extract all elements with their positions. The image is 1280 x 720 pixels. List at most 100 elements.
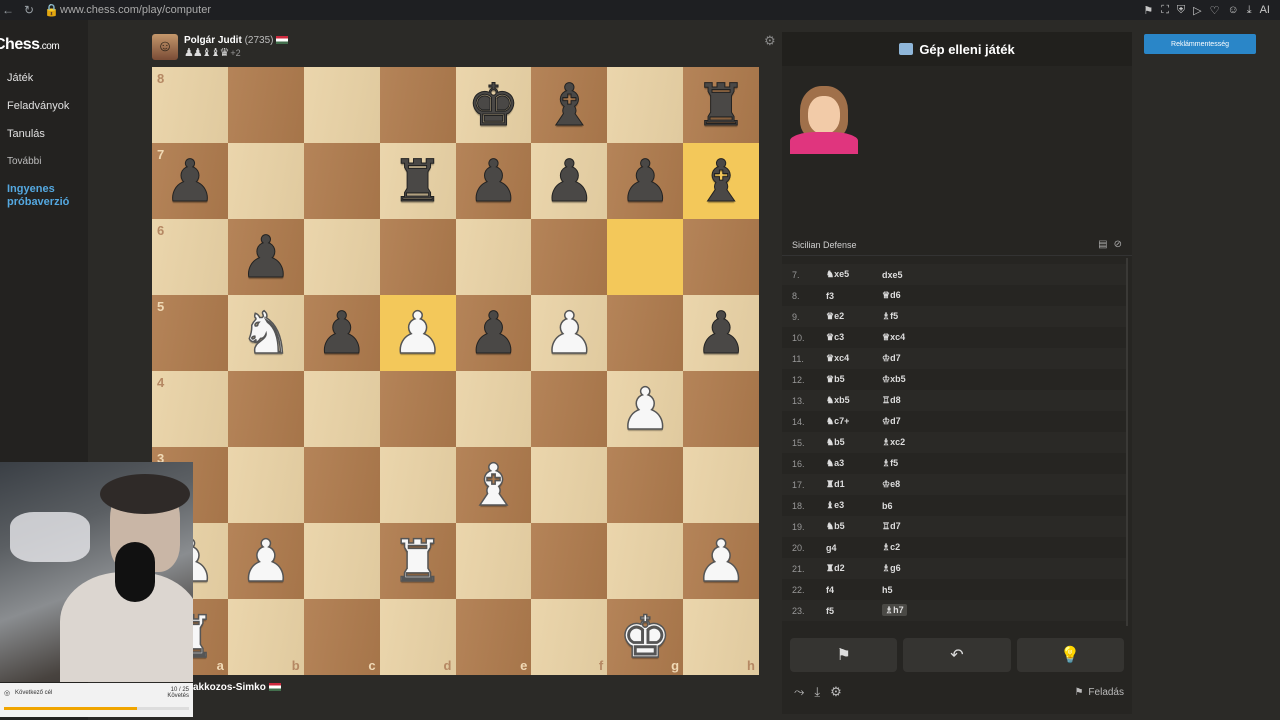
- black-move[interactable]: h5: [882, 585, 893, 595]
- white-move[interactable]: f4: [812, 585, 882, 595]
- download-icon[interactable]: ⤓: [1247, 4, 1252, 17]
- chess-board[interactable]: 8♚♝♜7♟♜♟♟♟♝6♟5♞♟♟♟♟♟4♟3♝2♟♟♜♟1a♜bcdefg♚h: [152, 67, 759, 675]
- sidebar-item-free-trial[interactable]: Ingyenes próbaverzió: [7, 183, 82, 209]
- shield-icon[interactable]: ⛨: [1177, 4, 1185, 17]
- square-d4[interactable]: [379, 371, 456, 447]
- square-c5[interactable]: ♟: [303, 295, 380, 371]
- white-move[interactable]: ♜d2: [812, 563, 882, 574]
- square-c6[interactable]: [303, 219, 380, 295]
- white-move[interactable]: f5: [812, 606, 882, 616]
- white-move[interactable]: ♛c3: [812, 332, 882, 343]
- black-rook-icon[interactable]: ♜: [391, 152, 444, 211]
- white-move[interactable]: ♞b5: [812, 437, 882, 448]
- square-e8[interactable]: ♚: [455, 67, 532, 143]
- square-e6[interactable]: [455, 219, 532, 295]
- white-pawn-icon[interactable]: ♟: [543, 303, 597, 363]
- square-c7[interactable]: [303, 143, 380, 219]
- white-move[interactable]: ♛xc4: [812, 353, 882, 364]
- square-c2[interactable]: [303, 523, 380, 599]
- black-move[interactable]: ♗h7: [882, 604, 907, 616]
- square-f5[interactable]: ♟: [531, 295, 608, 371]
- square-b1[interactable]: b: [227, 599, 304, 675]
- black-move[interactable]: ♔xb5: [882, 374, 906, 384]
- square-e4[interactable]: [455, 371, 532, 447]
- bookmark-icon[interactable]: ⚑: [1143, 4, 1153, 17]
- white-move[interactable]: ♝e3: [812, 500, 882, 511]
- board-settings-gear-icon[interactable]: ⚙: [764, 33, 776, 49]
- square-g6[interactable]: [607, 219, 684, 295]
- square-f4[interactable]: [531, 371, 608, 447]
- square-f6[interactable]: [531, 219, 608, 295]
- black-pawn-icon[interactable]: ♟: [467, 152, 520, 211]
- black-pawn-icon[interactable]: ♟: [239, 228, 292, 287]
- square-d1[interactable]: d: [379, 599, 456, 675]
- white-move[interactable]: ♜d1: [812, 479, 882, 490]
- white-move[interactable]: ♞c7+: [812, 416, 882, 427]
- square-c8[interactable]: [303, 67, 380, 143]
- white-pawn-icon[interactable]: ♟: [694, 531, 748, 591]
- black-pawn-icon[interactable]: ♟: [315, 304, 368, 363]
- black-move[interactable]: dxe5: [882, 270, 903, 280]
- profile-icon[interactable]: ☺: [1227, 4, 1238, 17]
- sidebar-item-learn[interactable]: Tanulás: [7, 128, 45, 140]
- undo-button[interactable]: ↶: [903, 638, 1011, 672]
- white-pawn-icon[interactable]: ♟: [239, 531, 293, 591]
- square-b4[interactable]: [227, 371, 304, 447]
- square-g1[interactable]: g ♚: [607, 599, 684, 675]
- square-b7[interactable]: [227, 143, 304, 219]
- square-g5[interactable]: [607, 295, 684, 371]
- play-icon[interactable]: ▷: [1193, 4, 1201, 17]
- square-b8[interactable]: [227, 67, 304, 143]
- black-rook-icon[interactable]: ♜: [695, 76, 748, 135]
- sidebar-item-more[interactable]: További: [7, 156, 41, 167]
- square-g3[interactable]: [607, 447, 684, 523]
- square-a5[interactable]: 5: [152, 295, 228, 371]
- square-d6[interactable]: [379, 219, 456, 295]
- black-move[interactable]: ♖d8: [882, 395, 901, 405]
- black-move[interactable]: ♔d7: [882, 353, 901, 363]
- square-b2[interactable]: ♟: [227, 523, 304, 599]
- square-d8[interactable]: [379, 67, 456, 143]
- black-pawn-icon[interactable]: ♟: [467, 304, 520, 363]
- reload-icon[interactable]: ↻: [24, 3, 34, 17]
- square-a7[interactable]: 7 ♟: [152, 143, 228, 219]
- black-pawn-icon[interactable]: ♟: [543, 152, 596, 211]
- square-d7[interactable]: ♜: [379, 143, 456, 219]
- white-bishop-icon[interactable]: ♝: [467, 455, 521, 515]
- square-h5[interactable]: ♟: [683, 295, 759, 371]
- book-icon[interactable]: ▤: [1098, 239, 1107, 250]
- flag-button[interactable]: ⚑: [790, 638, 898, 672]
- square-e3[interactable]: ♝: [455, 447, 532, 523]
- black-move[interactable]: ♖d7: [882, 521, 901, 531]
- black-move[interactable]: ♗g6: [882, 563, 901, 573]
- square-e5[interactable]: ♟: [455, 295, 532, 371]
- square-f1[interactable]: f: [531, 599, 608, 675]
- square-a6[interactable]: 6: [152, 219, 228, 295]
- square-d3[interactable]: [379, 447, 456, 523]
- square-e1[interactable]: e: [455, 599, 532, 675]
- square-h7[interactable]: ♝: [683, 143, 759, 219]
- square-h2[interactable]: ♟: [683, 523, 759, 599]
- bottom-player-name[interactable]: akkozos-Simko: [193, 682, 266, 693]
- black-bishop-icon[interactable]: ♝: [543, 76, 596, 135]
- square-h6[interactable]: [683, 219, 759, 295]
- white-move[interactable]: g4: [812, 543, 882, 553]
- black-pawn-icon[interactable]: ♟: [695, 304, 748, 363]
- chesscom-logo[interactable]: Chess.com: [0, 36, 60, 54]
- hint-button[interactable]: 💡: [1016, 638, 1124, 672]
- black-move[interactable]: ♔d7: [882, 416, 901, 426]
- heart-icon[interactable]: ♡: [1210, 4, 1220, 17]
- move-list-scrollbar[interactable]: [1126, 258, 1130, 626]
- share-icon[interactable]: ⤳: [794, 684, 804, 700]
- white-move[interactable]: ♛b5: [812, 374, 882, 385]
- white-knight-icon[interactable]: ♞: [239, 303, 293, 363]
- black-move[interactable]: ♔e8: [882, 479, 900, 489]
- white-pawn-icon[interactable]: ♟: [391, 303, 445, 363]
- white-move[interactable]: ♞xe5: [812, 269, 882, 280]
- square-f2[interactable]: [531, 523, 608, 599]
- square-a4[interactable]: 4: [152, 371, 228, 447]
- black-bishop-icon[interactable]: ♝: [695, 152, 748, 211]
- square-b5[interactable]: ♞: [227, 295, 304, 371]
- square-d5[interactable]: ♟: [379, 295, 456, 371]
- black-move[interactable]: ♕xc4: [882, 332, 905, 342]
